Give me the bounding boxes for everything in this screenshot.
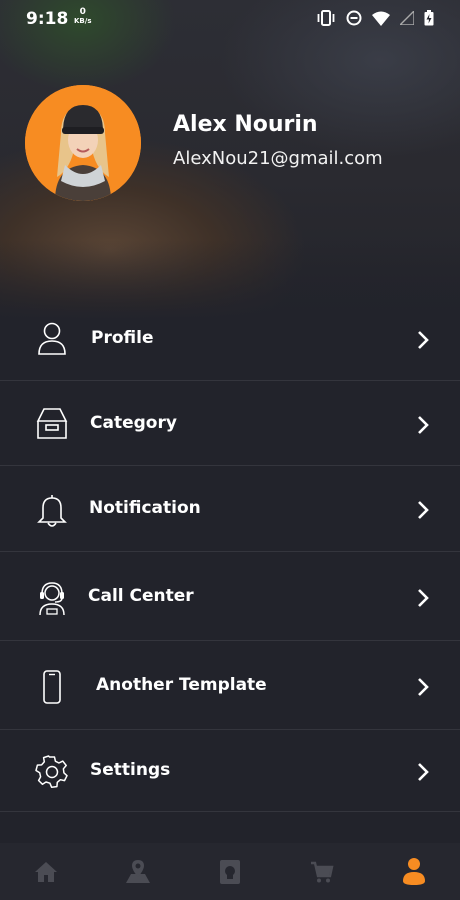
menu-item-label: Another Template xyxy=(96,675,267,695)
menu-item-category[interactable]: Category xyxy=(0,381,460,466)
person-icon xyxy=(403,857,425,885)
nav-cart[interactable] xyxy=(276,843,368,900)
signal-icon xyxy=(400,11,414,25)
nav-recipes[interactable] xyxy=(184,843,276,900)
bell-icon xyxy=(37,495,67,527)
nav-profile[interactable] xyxy=(368,843,460,900)
menu-item-label: Notification xyxy=(89,498,201,518)
home-icon xyxy=(35,861,57,882)
chevron-right-icon xyxy=(418,589,429,607)
network-speed-unit: KB/s xyxy=(74,17,92,25)
avatar[interactable] xyxy=(25,85,141,201)
category-box-icon xyxy=(36,408,68,439)
map-pin-icon xyxy=(126,859,150,883)
user-email: AlexNou21@gmail.com xyxy=(173,148,383,169)
menu-item-profile[interactable]: Profile xyxy=(0,296,460,381)
menu-item-label: Profile xyxy=(91,328,154,348)
menu-item-another-template[interactable]: Another Template xyxy=(0,641,460,730)
status-time: 9:18 xyxy=(26,9,69,29)
nav-map[interactable] xyxy=(92,843,184,900)
menu-item-call-center[interactable]: Call Center xyxy=(0,552,460,641)
menu-item-settings[interactable]: Settings xyxy=(0,730,460,812)
headset-agent-icon xyxy=(39,582,65,616)
user-photo xyxy=(25,85,141,201)
user-icon xyxy=(38,322,66,355)
menu-item-label: Category xyxy=(90,413,177,433)
user-name: Alex Nourin xyxy=(173,112,318,137)
chevron-right-icon xyxy=(418,501,429,519)
nav-home[interactable] xyxy=(0,843,92,900)
network-speed-value: 0 xyxy=(79,7,86,17)
chevron-right-icon xyxy=(418,416,429,434)
chevron-right-icon xyxy=(418,331,429,349)
menu-item-notification[interactable]: Notification xyxy=(0,466,460,552)
battery-charging-icon xyxy=(424,10,434,26)
chevron-right-icon xyxy=(418,763,429,781)
wifi-icon xyxy=(372,11,390,26)
bottom-nav xyxy=(0,843,460,900)
smartphone-icon xyxy=(43,670,61,704)
network-speed: 0 KB/s xyxy=(74,8,91,26)
gear-icon xyxy=(35,755,68,788)
recipe-book-icon xyxy=(220,859,240,884)
do-not-disturb-icon xyxy=(346,10,362,26)
menu-item-label: Call Center xyxy=(88,586,194,606)
vibrate-icon xyxy=(317,10,335,26)
chevron-right-icon xyxy=(418,678,429,696)
status-bar: 9:18 0 KB/s xyxy=(0,0,460,38)
menu-item-label: Settings xyxy=(90,760,171,780)
cart-icon xyxy=(311,861,334,882)
